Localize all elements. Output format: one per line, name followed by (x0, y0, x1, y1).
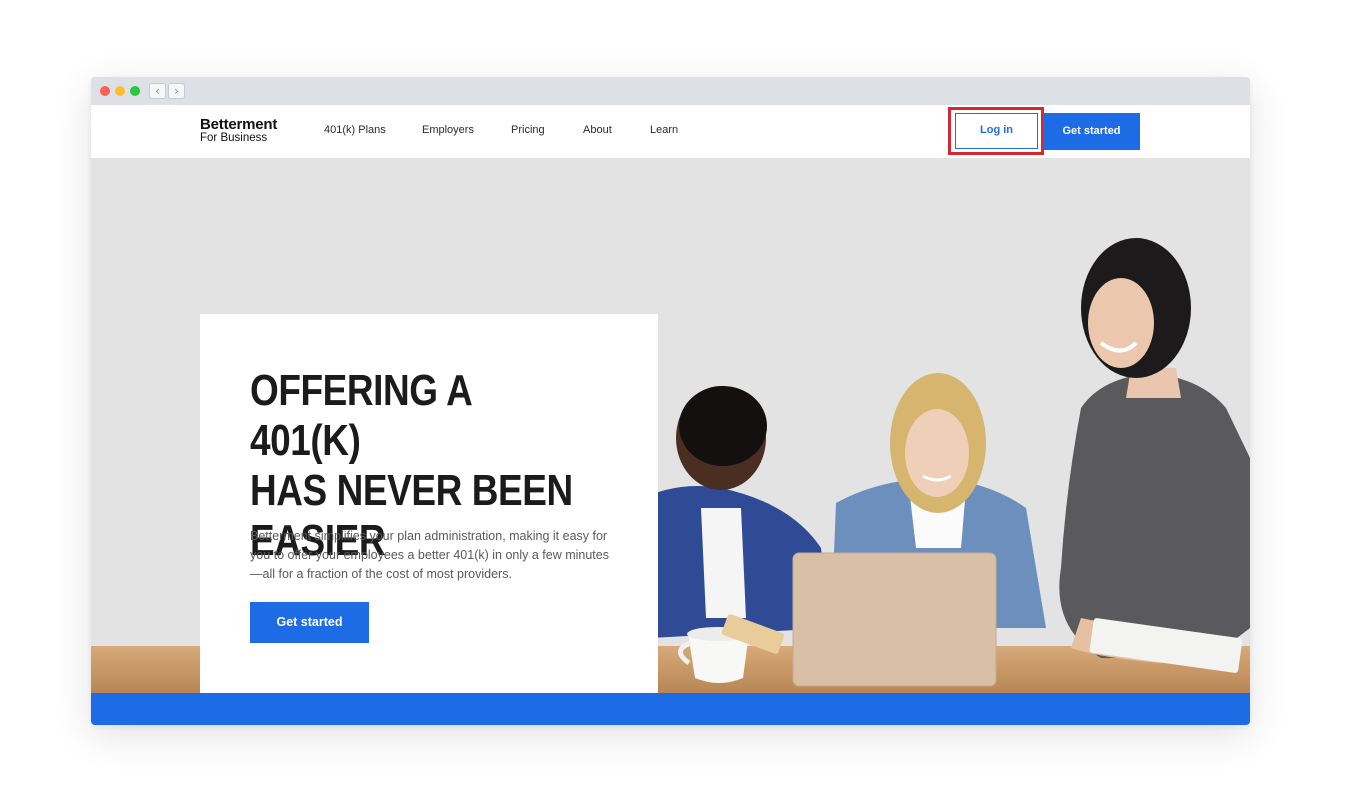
close-window-button[interactable] (100, 86, 110, 96)
maximize-window-button[interactable] (130, 86, 140, 96)
chevron-left-icon[interactable]: ‹ (149, 83, 166, 99)
site-header: Betterment For Business 401(k) Plans Emp… (91, 105, 1250, 158)
browser-window: ‹ › Betterment For Business 401(k) Plans… (91, 77, 1250, 725)
hero-description: Betterment simplifies your plan administ… (250, 529, 609, 581)
betterment-logo[interactable]: Betterment For Business (200, 117, 277, 144)
header-get-started-button[interactable]: Get started (1043, 113, 1140, 150)
browser-titlebar: ‹ › (91, 77, 1250, 105)
person-right (1059, 238, 1250, 673)
highlight-box (948, 107, 1044, 155)
hero-get-started-button[interactable]: Get started (250, 602, 369, 643)
nav-about[interactable]: About (583, 124, 612, 136)
hero-card: OFFERING A 401(K) HAS NEVER BEEN EASIER … (200, 314, 658, 693)
nav-employers[interactable]: Employers (422, 124, 474, 136)
chevron-right-icon[interactable]: › (168, 83, 185, 99)
nav-401k-plans[interactable]: 401(k) Plans (324, 124, 386, 136)
nav-learn[interactable]: Learn (650, 124, 678, 136)
logo-wordmark: Betterment (200, 116, 278, 133)
laptop (792, 552, 997, 687)
hero-section: OFFERING A 401(K) HAS NEVER BEEN EASIER … (91, 158, 1250, 693)
nav-pricing[interactable]: Pricing (511, 124, 545, 136)
footer-bar (91, 693, 1250, 725)
logo-subtitle: For Business (200, 132, 268, 144)
minimize-window-button[interactable] (115, 86, 125, 96)
